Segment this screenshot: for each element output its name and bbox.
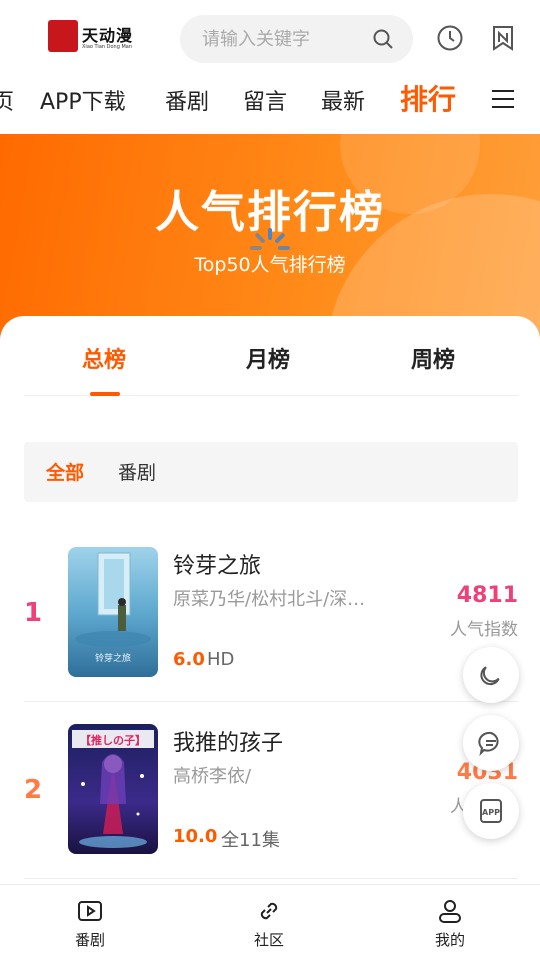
tab-overall[interactable]: 总榜 — [82, 342, 126, 374]
poster-oshi-no-ko: 【推しの子】 — [68, 724, 158, 854]
item-cast: 原菜乃华/松村北斗/深… — [173, 589, 366, 610]
nav-item-anime[interactable]: 番剧 — [165, 84, 209, 116]
ranking-banner: 人气排行榜 Top50人气排行榜 — [0, 134, 540, 344]
ranking-tabs: 总榜 月榜 周榜 — [24, 316, 518, 396]
tab-active-indicator — [90, 392, 120, 396]
category-filter: 全部 番剧 — [24, 442, 518, 502]
search-icon[interactable] — [371, 27, 395, 51]
app-download-button[interactable]: APP — [463, 783, 519, 839]
user-icon — [439, 900, 461, 923]
chat-button[interactable] — [463, 715, 519, 771]
popularity-label: 人气指数 — [450, 620, 518, 640]
tabbar-label: 番剧 — [74, 931, 105, 949]
search-input[interactable] — [202, 25, 372, 53]
moon-icon — [480, 666, 500, 686]
list-item[interactable]: 1 铃芽之旅 铃芽之旅 原菜乃华/松村北斗/深… 6.0 HD 4811 人气指… — [24, 526, 518, 702]
nav-item-message[interactable]: 留言 — [243, 84, 287, 116]
rank-number: 2 — [24, 775, 43, 805]
search-box[interactable] — [180, 15, 413, 63]
main-nav: 页 APP下载 番剧 留言 最新 排行 — [0, 76, 540, 134]
loading-spinner-icon — [250, 228, 290, 250]
filter-anime[interactable]: 番剧 — [118, 458, 156, 485]
item-cast: 高桥李依/ — [173, 766, 252, 787]
bookmark-icon[interactable] — [489, 24, 517, 52]
link-icon — [260, 902, 278, 920]
logo-subtitle: Xiao Tian Dong Man — [82, 44, 133, 50]
tabbar-label: 社区 — [253, 931, 284, 949]
tabbar-profile[interactable]: 我的 — [405, 897, 495, 950]
tabbar-label: 我的 — [434, 931, 465, 949]
bottom-tab-bar: 番剧 社区 我的 — [0, 884, 540, 960]
ranking-card: 总榜 月榜 周榜 全部 番剧 1 铃芽之旅 铃芽之旅 原菜乃华/松村北斗/深… … — [0, 316, 540, 916]
item-title[interactable]: 铃芽之旅 — [173, 548, 261, 580]
poster-title-text: 铃芽之旅 — [95, 652, 131, 664]
rank-number: 1 — [24, 598, 43, 628]
logo-seal — [48, 20, 78, 52]
svg-text:APP: APP — [482, 808, 500, 817]
popularity-value: 4811 — [456, 583, 518, 608]
nav-item-latest[interactable]: 最新 — [321, 84, 365, 116]
chat-icon — [478, 731, 499, 757]
item-episodes: 全11集 — [221, 830, 280, 851]
item-episodes: HD — [207, 649, 235, 670]
nav-item-ranking[interactable]: 排行 — [400, 78, 456, 118]
app-icon: APP — [480, 799, 502, 823]
top-header: 天动漫 Xiao Tian Dong Man — [0, 0, 540, 76]
site-logo[interactable]: 天动漫 Xiao Tian Dong Man — [48, 20, 138, 54]
menu-icon[interactable] — [492, 90, 514, 108]
nav-item-home[interactable]: 页 — [0, 84, 14, 116]
filter-all[interactable]: 全部 — [46, 458, 84, 485]
list-item[interactable]: 2 【推しの子】 我推的孩子 高桥李依/ 10.0 全11集 4031 — [24, 703, 518, 879]
tab-monthly[interactable]: 月榜 — [246, 342, 290, 374]
tab-weekly[interactable]: 周榜 — [411, 342, 455, 374]
item-score: 10.0 — [173, 826, 218, 847]
dark-mode-button[interactable] — [463, 647, 519, 703]
video-icon — [78, 901, 102, 921]
poster-image[interactable]: 【推しの子】 — [68, 724, 158, 854]
tabbar-anime[interactable]: 番剧 — [45, 897, 135, 950]
poster-suzume: 铃芽之旅 — [68, 547, 158, 677]
poster-title-text: 【推しの子】 — [80, 733, 146, 747]
logo-text: 天动漫 — [82, 26, 134, 45]
item-title[interactable]: 我推的孩子 — [173, 725, 283, 757]
nav-item-app-download[interactable]: APP下载 — [40, 84, 126, 116]
history-icon[interactable] — [436, 24, 464, 52]
poster-image[interactable]: 铃芽之旅 — [68, 547, 158, 677]
tabbar-community[interactable]: 社区 — [224, 897, 314, 950]
item-score: 6.0 — [173, 649, 205, 670]
